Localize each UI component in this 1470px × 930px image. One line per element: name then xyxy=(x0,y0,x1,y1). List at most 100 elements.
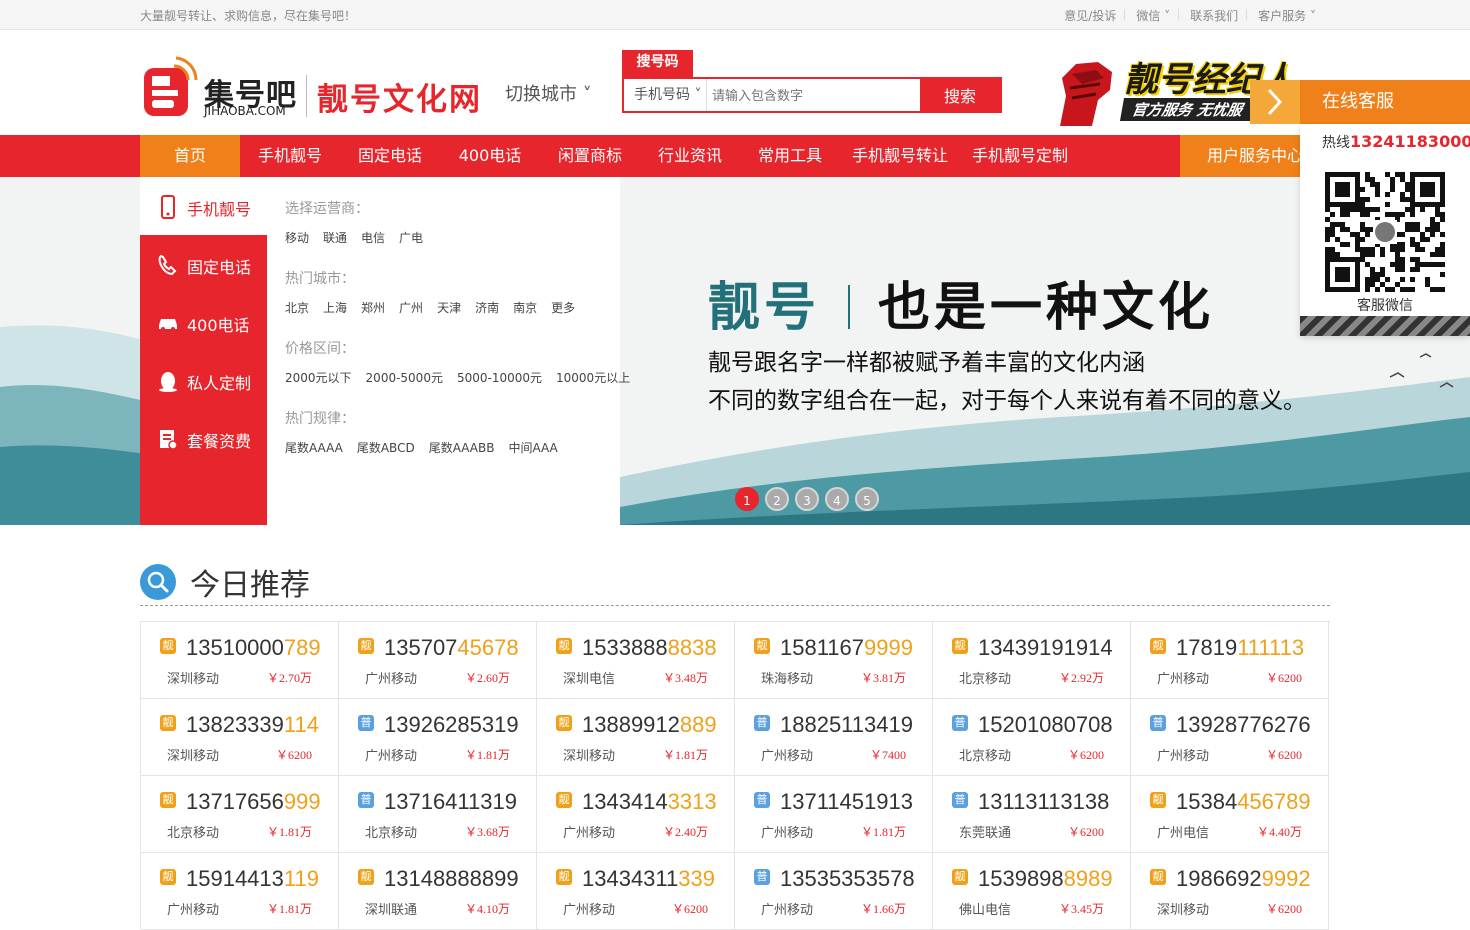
phone-number[interactable]: 13148888899 xyxy=(384,866,519,892)
number-card[interactable]: 普 13535353578 广州移动 ￥1.66万 xyxy=(735,853,933,930)
phone-number[interactable]: 13535353578 xyxy=(780,866,915,892)
number-card[interactable]: 靓 13434311339 广州移动 ￥6200 xyxy=(537,853,735,930)
sidebar-item-landline[interactable]: 固定电话 xyxy=(140,235,267,293)
number-card[interactable]: 普 13716411319 北京移动 ￥3.68万 xyxy=(339,776,537,853)
search-input[interactable] xyxy=(708,79,922,111)
phone-number[interactable]: 13716411319 xyxy=(384,789,517,815)
number-card[interactable]: 普 13711451913 广州移动 ￥1.81万 xyxy=(735,776,933,853)
filter-option[interactable]: 上海 xyxy=(323,301,347,315)
phone-number[interactable]: 13926285319 xyxy=(384,712,519,738)
feedback-link[interactable]: 意见/投诉 xyxy=(1052,7,1116,24)
phone-number[interactable]: 13717656999 xyxy=(186,789,321,815)
nav-news[interactable]: 行业资讯 xyxy=(640,135,740,177)
filter-option[interactable]: 5000-10000元 xyxy=(457,371,542,385)
sidebar-item-mobile[interactable]: 手机靓号 xyxy=(140,177,267,235)
filter-option[interactable]: 2000-5000元 xyxy=(366,371,443,385)
filter-option[interactable]: 联通 xyxy=(323,231,347,245)
number-card[interactable]: 靓 19866929992 深圳移动 ￥6200 xyxy=(1131,853,1329,930)
phone-number[interactable]: 15201080708 xyxy=(978,712,1113,738)
filter-option[interactable]: 尾数AAABB xyxy=(429,441,495,455)
phone-number[interactable]: 13889912889 xyxy=(582,712,717,738)
filter-option[interactable]: 尾数AAAA xyxy=(285,441,343,455)
nav-transfer[interactable]: 手机靓号转让 xyxy=(840,135,960,177)
filter-option[interactable]: 广州 xyxy=(399,301,423,315)
phone-number[interactable]: 15811679999 xyxy=(780,635,913,661)
switch-city-dropdown[interactable]: 切换城市 ˅ xyxy=(505,80,592,106)
phone-number[interactable]: 15338888838 xyxy=(582,635,717,661)
nav-landline[interactable]: 固定电话 xyxy=(340,135,440,177)
filter-option[interactable]: 济南 xyxy=(475,301,499,315)
number-card[interactable]: 普 18825113419 广州移动 ￥7400 xyxy=(735,699,933,776)
carousel-dot[interactable]: 2 xyxy=(765,487,789,511)
contact-link[interactable]: 联系我们 xyxy=(1178,7,1238,24)
filter-option[interactable]: 广电 xyxy=(399,231,423,245)
phone-number[interactable]: 17819111113 xyxy=(1176,635,1304,661)
number-card[interactable]: 靓 13823339114 深圳移动 ￥6200 xyxy=(141,699,339,776)
wechat-link[interactable]: 微信 ˅ xyxy=(1124,7,1170,24)
filter-option[interactable]: 10000元以上 xyxy=(556,371,630,385)
number-card[interactable]: 靓 13570745678 广州移动 ￥2.60万 xyxy=(339,622,537,699)
sidebar-item-400[interactable]: 400电话 xyxy=(140,293,267,351)
filter-option[interactable]: 郑州 xyxy=(361,301,385,315)
phone-number[interactable]: 19866929992 xyxy=(1176,866,1311,892)
number-card[interactable]: 普 13928776276 广州移动 ￥6200 xyxy=(1131,699,1329,776)
nav-custom[interactable]: 手机靓号定制 xyxy=(960,135,1080,177)
nav-tools[interactable]: 常用工具 xyxy=(740,135,840,177)
number-card[interactable]: 靓 13434143313 广州移动 ￥2.40万 xyxy=(537,776,735,853)
search-tab[interactable]: 搜号码 xyxy=(622,50,693,77)
phone-number[interactable]: 18825113419 xyxy=(780,712,913,738)
phone-number[interactable]: 15914413119 xyxy=(186,866,319,892)
phone-number[interactable]: 13510000789 xyxy=(186,635,321,661)
filter-option[interactable]: 北京 xyxy=(285,301,309,315)
carousel-dot[interactable]: 5 xyxy=(855,487,879,511)
phone-number[interactable]: 13434311339 xyxy=(582,866,715,892)
number-card[interactable]: 靓 17819111113 广州移动 ￥6200 xyxy=(1131,622,1329,699)
number-card[interactable]: 靓 15811679999 珠海移动 ￥3.81万 xyxy=(735,622,933,699)
number-card[interactable]: 靓 15398988989 佛山电信 ￥3.45万 xyxy=(933,853,1131,930)
sidebar-item-plans[interactable]: 套餐资费 xyxy=(140,409,267,467)
filter-option[interactable]: 天津 xyxy=(437,301,461,315)
site-logo[interactable]: 集号吧 JIHAOBA.COM xyxy=(142,48,302,122)
number-card[interactable]: 靓 15914413119 广州移动 ￥1.81万 xyxy=(141,853,339,930)
phone-number[interactable]: 13928776276 xyxy=(1176,712,1311,738)
phone-number[interactable]: 13570745678 xyxy=(384,635,519,661)
filter-option[interactable]: 尾数ABCD xyxy=(357,441,415,455)
number-card[interactable]: 靓 13889912889 深圳移动 ￥1.81万 xyxy=(537,699,735,776)
filter-option[interactable]: 中间AAA xyxy=(508,441,557,455)
search-type-select[interactable]: 手机号码 ˅ xyxy=(624,79,707,111)
nav-home[interactable]: 首页 xyxy=(140,135,240,177)
number-price: ￥4.40万 xyxy=(1256,825,1302,839)
number-card[interactable]: 靓 15338888838 深圳电信 ￥3.48万 xyxy=(537,622,735,699)
number-card[interactable]: 普 13113113138 东莞联通 ￥6200 xyxy=(933,776,1131,853)
search-button[interactable]: 搜索 xyxy=(920,79,1000,111)
nav-trademark[interactable]: 闲置商标 xyxy=(540,135,640,177)
number-card[interactable]: 靓 13717656999 北京移动 ￥1.81万 xyxy=(141,776,339,853)
number-card[interactable]: 普 13926285319 广州移动 ￥1.81万 xyxy=(339,699,537,776)
number-card[interactable]: 靓 15384456789 广州电信 ￥4.40万 xyxy=(1131,776,1329,853)
phone-number[interactable]: 15384456789 xyxy=(1176,789,1311,815)
hotline-number[interactable]: 13241183000 xyxy=(1350,132,1470,151)
phone-number[interactable]: 13113113138 xyxy=(978,789,1109,815)
phone-number[interactable]: 13434143313 xyxy=(582,789,717,815)
filter-option[interactable]: 移动 xyxy=(285,231,309,245)
nav-400[interactable]: 400电话 xyxy=(440,135,540,177)
phone-number[interactable]: 13711451913 xyxy=(780,789,913,815)
sidebar-item-custom[interactable]: 私人定制 xyxy=(140,351,267,409)
nav-mobile-numbers[interactable]: 手机靓号 xyxy=(240,135,340,177)
carousel-dot[interactable]: 4 xyxy=(825,487,849,511)
customer-service-link[interactable]: 客户服务 ˅ xyxy=(1246,7,1316,24)
phone-number[interactable]: 13439191914 xyxy=(978,635,1113,661)
number-card[interactable]: 普 15201080708 北京移动 ￥6200 xyxy=(933,699,1131,776)
number-card[interactable]: 靓 13148888899 深圳联通 ￥4.10万 xyxy=(339,853,537,930)
phone-number[interactable]: 13823339114 xyxy=(186,712,319,738)
filter-option[interactable]: 电信 xyxy=(361,231,385,245)
carousel-dot[interactable]: 1 xyxy=(735,487,759,511)
filter-option[interactable]: 2000元以下 xyxy=(285,371,352,385)
filter-option[interactable]: 南京 xyxy=(513,301,537,315)
filter-option[interactable]: 更多 xyxy=(551,301,575,315)
collapse-button[interactable] xyxy=(1250,80,1300,124)
phone-number[interactable]: 15398988989 xyxy=(978,866,1113,892)
number-card[interactable]: 靓 13510000789 深圳移动 ￥2.70万 xyxy=(141,622,339,699)
number-card[interactable]: 靓 13439191914 北京移动 ￥2.92万 xyxy=(933,622,1131,699)
carousel-dot[interactable]: 3 xyxy=(795,487,819,511)
